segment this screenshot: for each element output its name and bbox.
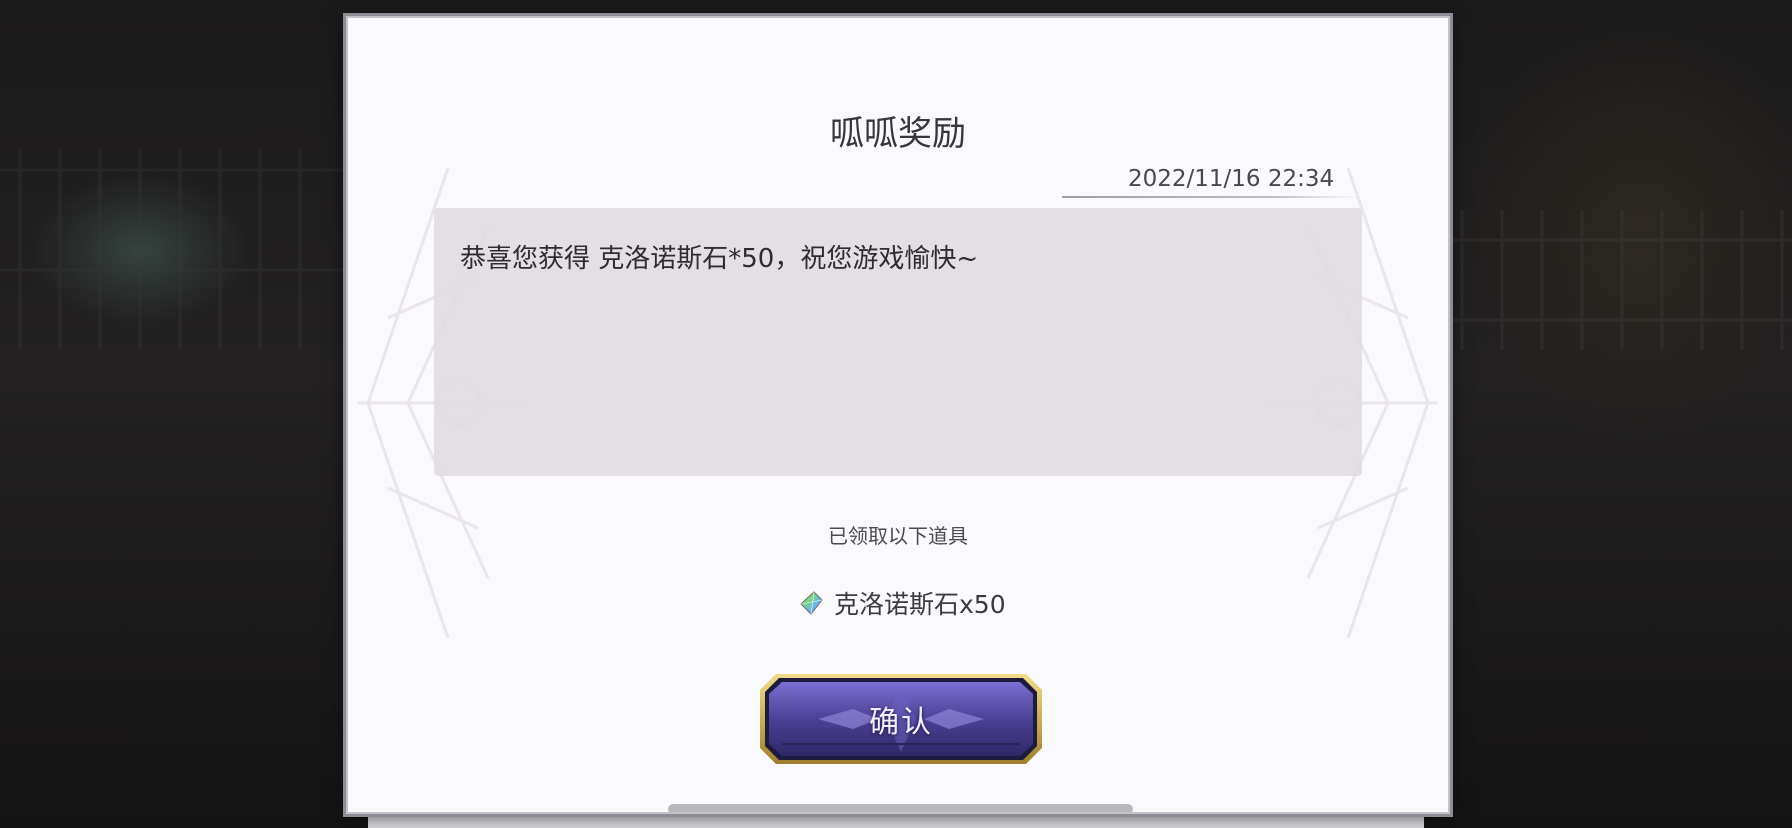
confirm-button-label: 确认 <box>869 705 933 740</box>
reward-mail-dialog: 呱呱奖励 2022/11/16 22:34 恭喜您获得 克洛诺斯石*50，祝您游… <box>346 16 1450 814</box>
reward-item: 克洛诺斯石x50 <box>798 586 1006 620</box>
reward-item-label: 克洛诺斯石x50 <box>834 590 1006 619</box>
dialog-bottom-strip <box>368 812 1424 828</box>
dialog-scrollbar[interactable] <box>668 804 1133 812</box>
message-text: 恭喜您获得 克洛诺斯石*50，祝您游戏愉快~ <box>460 244 979 274</box>
dialog-title: 呱呱奖励 <box>830 114 966 154</box>
background-fence-right <box>1432 210 1792 350</box>
chronos-stone-icon <box>800 591 823 615</box>
confirm-button[interactable]: 确认 <box>758 672 1044 766</box>
mail-timestamp: 2022/11/16 22:34 <box>1128 166 1335 192</box>
received-items-label: 已领取以下道具 <box>828 524 968 548</box>
timestamp-underline <box>1062 196 1360 198</box>
message-box: 恭喜您获得 克洛诺斯石*50，祝您游戏愉快~ <box>434 208 1362 476</box>
background-fence-left <box>0 150 350 350</box>
